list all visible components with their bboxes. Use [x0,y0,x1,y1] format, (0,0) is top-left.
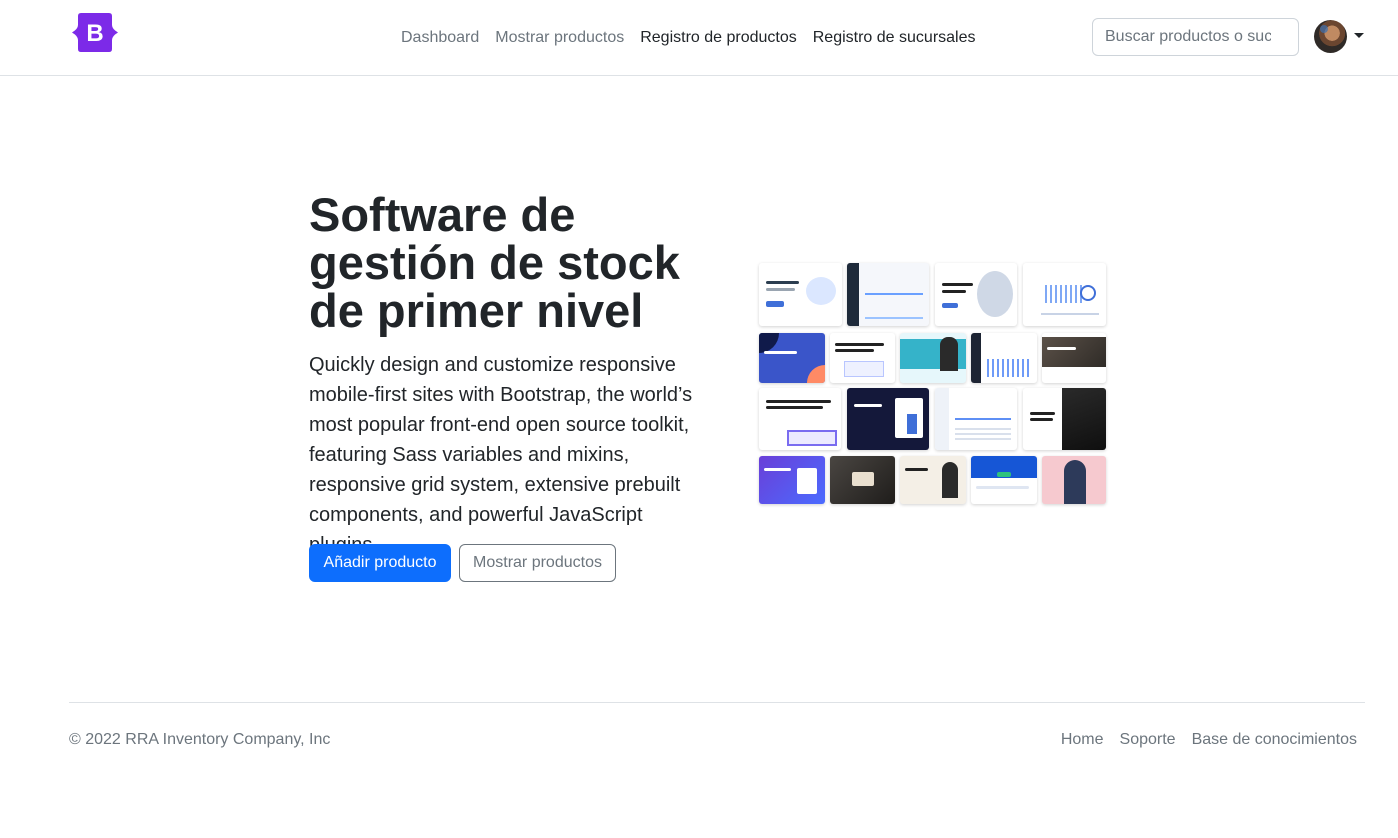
footer-link-soporte[interactable]: Soporte [1112,730,1184,750]
theme-thumbnail [971,333,1037,383]
user-avatar[interactable] [1314,20,1347,53]
theme-thumbnail [847,388,929,450]
logo-letter: B [86,20,103,47]
footer-copyright: © 2022 RRA Inventory Company, Inc [69,731,331,748]
nav-registro-productos[interactable]: Registro de productos [632,26,805,50]
theme-thumbnail [759,333,825,383]
top-navbar: B Dashboard Mostrar productos Registro d… [0,0,1398,76]
hero-lead: Quickly design and customize responsive … [309,354,693,556]
theme-thumbnail [1042,456,1106,504]
user-menu-toggle[interactable] [1314,20,1364,53]
theme-thumbnail [1023,388,1106,450]
theme-thumbnail [1042,333,1106,383]
theme-thumbnail [830,456,895,504]
caret-down-icon[interactable] [1354,32,1364,38]
theme-thumbnail [759,263,842,326]
nav-mostrar-productos[interactable]: Mostrar productos [487,26,632,50]
bootstrap-logo-icon[interactable]: B [68,13,122,52]
theme-thumbnail [1023,263,1106,326]
footer-link-base-conocimientos[interactable]: Base de conocimientos [1184,730,1365,750]
footer-divider [69,702,1365,703]
theme-thumbnail [900,456,966,504]
main-nav: Dashboard Mostrar productos Registro de … [393,26,984,50]
theme-thumbnail [935,388,1017,450]
theme-thumbnail [830,333,895,383]
footer-nav: Home Soporte Base de conocimientos [1053,730,1365,750]
theme-thumbnail [847,263,929,326]
footer-link-home[interactable]: Home [1053,730,1112,750]
bootstrap-themes-collage-image [759,263,1106,506]
theme-thumbnail [759,456,825,504]
search-input[interactable] [1092,18,1299,56]
theme-thumbnail [971,456,1037,504]
nav-dashboard[interactable]: Dashboard [393,26,487,50]
theme-thumbnail [935,263,1017,326]
show-products-button[interactable]: Mostrar productos [459,544,616,582]
theme-thumbnail [900,333,966,383]
nav-registro-sucursales[interactable]: Registro de sucursales [805,26,984,50]
theme-thumbnail [759,388,841,450]
hero-title: Software de gestión de stock de primer n… [309,188,680,337]
add-product-button[interactable]: Añadir producto [309,544,451,582]
